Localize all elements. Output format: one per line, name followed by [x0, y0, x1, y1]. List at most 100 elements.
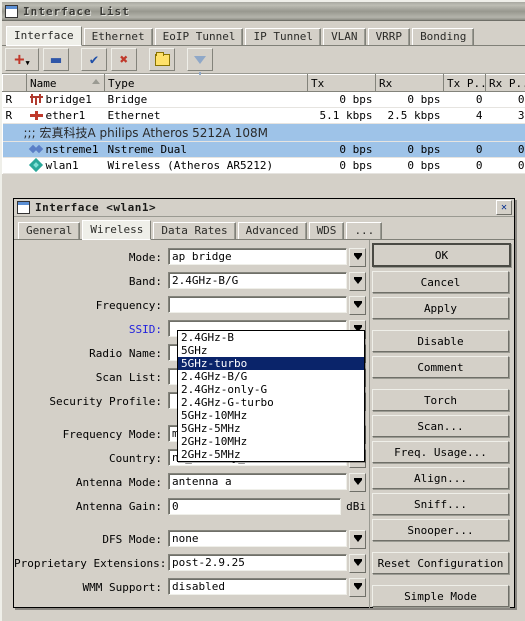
column-header-name[interactable]: Name [27, 75, 105, 92]
band-option[interactable]: 2GHz-10MHz [178, 435, 364, 448]
comment-button[interactable] [149, 48, 175, 71]
apply-button[interactable]: Apply [372, 297, 509, 319]
tab-wds[interactable]: WDS [309, 222, 345, 239]
tab-ip-tunnel[interactable]: IP Tunnel [245, 28, 321, 45]
frequency-input[interactable] [168, 296, 347, 313]
enable-button[interactable]: ✔ [81, 48, 107, 71]
nstreme-icon [30, 144, 43, 155]
field-radio-name-label: Radio Name: [14, 347, 168, 360]
antenna-mode-input[interactable]: antenna a [168, 473, 347, 490]
cancel-button[interactable]: Cancel [372, 271, 509, 293]
tab-wireless[interactable]: Wireless [82, 220, 151, 240]
remove-button[interactable]: ▬ [43, 48, 69, 71]
tab-general[interactable]: General [18, 222, 80, 239]
column-header-tx[interactable]: Tx [308, 75, 376, 92]
sniff-button[interactable]: Sniff... [372, 493, 509, 515]
table-row[interactable]: nstreme1 Nstreme Dual 0 bps 0 bps 0 0 [3, 142, 525, 158]
row-tx-packets: 4 [444, 108, 486, 124]
tab-interface[interactable]: Interface [6, 26, 82, 46]
field-wmm-support: WMM Support: disabled [14, 577, 366, 598]
tab-vlan[interactable]: VLAN [323, 28, 366, 45]
field-wmm-support-label: WMM Support: [14, 581, 168, 594]
tab-vrrp[interactable]: VRRP [368, 28, 411, 45]
tab-bonding[interactable]: Bonding [412, 28, 474, 45]
comment-button[interactable]: Comment [372, 356, 509, 378]
band-option[interactable]: 5GHz-10MHz [178, 409, 364, 422]
column-header-rx[interactable]: Rx [376, 75, 444, 92]
tab-eoip-tunnel[interactable]: EoIP Tunnel [155, 28, 244, 45]
field-country-label: Country: [14, 452, 168, 465]
torch-button[interactable]: Torch [372, 389, 509, 411]
tab-more[interactable]: ... [346, 222, 382, 239]
row-tx: 0 bps [308, 158, 376, 174]
ok-button[interactable]: OK [372, 243, 511, 267]
band-option[interactable]: 2GHz-5MHz [178, 448, 364, 461]
field-band: Band: 2.4GHz-B/G [14, 271, 366, 292]
dfs-mode-dropdown-arrow-icon[interactable] [349, 530, 366, 549]
mode-input[interactable]: ap bridge [168, 248, 347, 265]
freq-usage-button[interactable]: Freq. Usage... [372, 441, 509, 463]
tab-ethernet[interactable]: Ethernet [84, 28, 153, 45]
field-security-profile-label: Security Profile: [14, 395, 168, 408]
snooper-button[interactable]: Snooper... [372, 519, 509, 541]
add-button[interactable]: + ▼ [5, 48, 39, 71]
disable-button[interactable]: ✖ [111, 48, 137, 71]
wmm-support-dropdown-arrow-icon[interactable] [349, 578, 366, 597]
table-row[interactable]: R ether1 Ethernet 5.1 kbps 2.5 kbps 4 3 [3, 108, 525, 124]
row-name: nstreme1 [27, 142, 105, 158]
table-row[interactable]: R bridge1 Bridge 0 bps 0 bps 0 0 [3, 92, 525, 108]
dfs-mode-input[interactable]: none [168, 530, 347, 547]
band-option[interactable]: 5GHz [178, 344, 364, 357]
mode-dropdown-arrow-icon[interactable] [349, 248, 366, 267]
band-option[interactable]: 2.4GHz-B/G [178, 370, 364, 383]
filter-button[interactable] [187, 48, 213, 71]
band-dropdown-arrow-icon[interactable] [349, 272, 366, 291]
scan-button[interactable]: Scan... [372, 415, 509, 437]
align-button[interactable]: Align... [372, 467, 509, 489]
table-comment-row[interactable]: ;;; 宏真科技A philips Atheros 5212A 108M [3, 124, 525, 142]
band-dropdown-list[interactable]: 2.4GHz-B 5GHz 5GHz-turbo 2.4GHz-B/G 2.4G… [177, 330, 365, 462]
column-header-tx-packets[interactable]: Tx P... [444, 75, 486, 92]
dialog-tabbar: General Wireless Data Rates Advanced WDS… [14, 217, 514, 240]
simple-mode-button[interactable]: Simple Mode [372, 585, 509, 607]
table-row[interactable]: wlan1 Wireless (Atheros AR5212) 0 bps 0 … [3, 158, 525, 174]
frequency-dropdown-arrow-icon[interactable] [349, 296, 366, 315]
page-title: Interface List [23, 5, 130, 18]
dialog-titlebar[interactable]: Interface <wlan1> ✕ [14, 199, 514, 217]
column-header-flag[interactable] [3, 75, 27, 92]
band-input[interactable]: 2.4GHz-B/G [168, 272, 347, 289]
band-option[interactable]: 2.4GHz-only-G [178, 383, 364, 396]
band-option-selected[interactable]: 5GHz-turbo [178, 357, 364, 370]
tab-data-rates[interactable]: Data Rates [153, 222, 235, 239]
interface-table: Name Type Tx Rx Tx P... Rx P... R [2, 74, 525, 174]
field-antenna-mode-label: Antenna Mode: [14, 476, 168, 489]
band-option[interactable]: 2.4GHz-B [178, 331, 364, 344]
field-ssid-label[interactable]: SSID: [14, 323, 168, 336]
field-mode-label: Mode: [14, 251, 168, 264]
antenna-gain-input[interactable]: 0 [168, 498, 341, 515]
close-icon[interactable]: ✕ [496, 200, 512, 215]
row-type: Nstreme Dual [105, 142, 308, 158]
reset-configuration-button[interactable]: Reset Configuration [372, 552, 509, 574]
field-band-label: Band: [14, 275, 168, 288]
row-tx: 5.1 kbps [308, 108, 376, 124]
wmm-support-input[interactable]: disabled [168, 578, 347, 595]
tab-advanced[interactable]: Advanced [238, 222, 307, 239]
disable-button[interactable]: Disable [372, 330, 509, 352]
column-header-type[interactable]: Type [105, 75, 308, 92]
row-rx: 0 bps [376, 158, 444, 174]
column-header-rx-packets[interactable]: Rx P... [486, 75, 525, 92]
cross-icon: ✖ [120, 52, 128, 68]
button-spacer-3 [372, 545, 507, 552]
band-option[interactable]: 2.4GHz-G-turbo [178, 396, 364, 409]
button-spacer-4 [372, 578, 507, 585]
proprietary-extensions-dropdown-arrow-icon[interactable] [349, 554, 366, 573]
row-tx: 0 bps [308, 142, 376, 158]
row-comment-label: ;;; 宏真科技A philips Atheros 5212A 108M [6, 126, 268, 140]
band-option[interactable]: 5GHz-5MHz [178, 422, 364, 435]
proprietary-extensions-input[interactable]: post-2.9.25 [168, 554, 347, 571]
antenna-mode-dropdown-arrow-icon[interactable] [349, 473, 366, 492]
main-titlebar[interactable]: Interface List [2, 2, 525, 21]
field-frequency-mode-label: Frequency Mode: [14, 428, 168, 441]
row-name: ether1 [27, 108, 105, 124]
